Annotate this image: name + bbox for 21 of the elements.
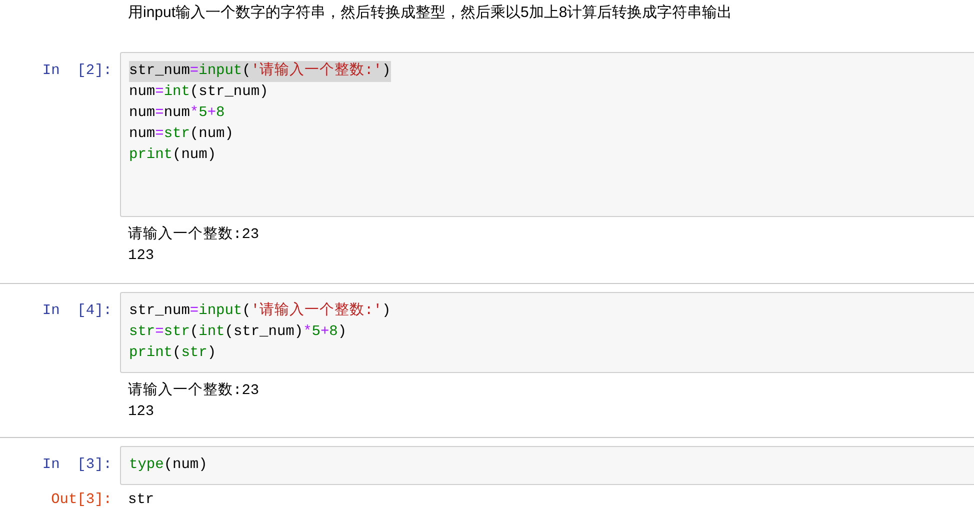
code-line: num=str(num) (129, 125, 234, 144)
output-prompt: Out[3]: (51, 491, 112, 509)
output-line: 请输入一个整数:23 (128, 383, 260, 399)
code-line: str=str(int(str_num)*5+8) (129, 323, 347, 342)
input-prompt: In [3]: (42, 456, 112, 475)
output-line: 123 (128, 404, 154, 420)
code-line: print(str) (129, 344, 216, 363)
code-input-area[interactable]: str_num=input('请输入一个整数:') num=int(str_num) num=num*5+8 num=str(num) print(num) (120, 52, 974, 217)
input-prompt: In [2]: (42, 62, 112, 81)
code-input-area[interactable]: str_num=input('请输入一个整数:') str=str(int(str_num)*5+8) print(str) (120, 292, 974, 373)
output-line: 123 (128, 248, 154, 264)
code-line: type(num) (129, 456, 208, 475)
code-line: str_num=input('请输入一个整数:') (129, 301, 391, 321)
output-line: str (128, 492, 154, 508)
code-input-area[interactable]: type(num) (120, 446, 974, 485)
code-line: num=num*5+8 (129, 104, 225, 123)
code-line: print(num) (129, 146, 216, 165)
markdown-text: 用input输入一个数字的字符串，然后转换成整型，然后乘以5加上8计算后转换成字符串输出 (127, 3, 734, 23)
output-line: 请输入一个整数:23 (128, 227, 260, 243)
input-prompt: In [4]: (42, 302, 112, 321)
code-line: num=int(str_num) (129, 83, 268, 102)
